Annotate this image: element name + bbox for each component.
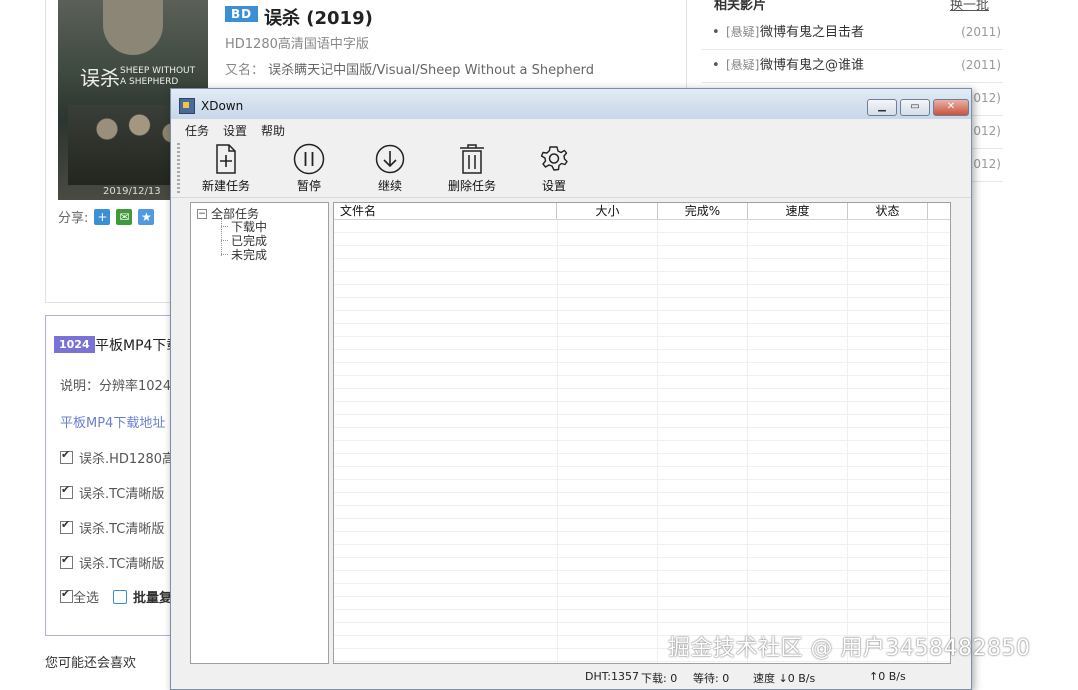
download-item-name[interactable]: 误杀.HD1280高: [79, 448, 172, 467]
toolbar-grip[interactable]: [177, 143, 180, 193]
new-task-button[interactable]: 新建任务: [199, 143, 253, 195]
minimize-button[interactable]: ▁: [867, 99, 897, 116]
dht-count: DHT:1357: [585, 670, 639, 683]
collapse-icon[interactable]: −: [197, 208, 207, 219]
download-item[interactable]: 误杀.TC清晰版: [60, 483, 164, 502]
new-file-icon: [216, 144, 236, 174]
related-tag: [悬疑]: [726, 25, 760, 39]
title-bar[interactable]: XDown ▁ ▭ ✕: [171, 89, 971, 119]
column-status[interactable]: 状态: [848, 203, 928, 219]
pause-button[interactable]: 暂停: [289, 143, 329, 195]
resume-label: 继续: [377, 179, 402, 193]
pause-icon: [293, 143, 325, 175]
window-title: XDown: [201, 99, 244, 113]
watermark: 掘金技术社区 @ 用户3458482850: [668, 636, 1031, 661]
alias-label: 又名：: [225, 63, 265, 78]
poster-english-title: SHEEP WITHOUT A SHEPHERD: [120, 66, 196, 87]
download-item-checkbox[interactable]: [60, 553, 73, 569]
column-filename[interactable]: 文件名: [334, 203, 557, 219]
download-box-title: 平板MP4下载: [95, 338, 172, 354]
delete-task-label: 删除任务: [447, 179, 496, 193]
qzone-share-icon[interactable]: ★: [138, 208, 155, 225]
bullet-icon: •: [712, 25, 720, 40]
upload-speed: ↑0 B/s: [869, 670, 906, 683]
column-size[interactable]: 大小: [558, 203, 658, 219]
download-item[interactable]: 误杀.HD1280高: [60, 448, 172, 467]
select-all-row[interactable]: 全选 批量复: [60, 587, 172, 606]
delete-task-button[interactable]: 删除任务: [445, 143, 499, 195]
resume-button[interactable]: 继续: [370, 143, 410, 195]
menu-task[interactable]: 任务: [185, 122, 209, 139]
poster-title: 误杀: [80, 66, 120, 90]
maybe-like-heading: 您可能还会喜欢: [45, 656, 137, 671]
xdown-app-icon: [179, 98, 195, 114]
resolution-badge: 1024: [54, 336, 95, 353]
download-speed: 速度 ↓0 B/s: [753, 672, 816, 685]
download-description: 说明：分辨率1024: [60, 379, 172, 394]
pause-label: 暂停: [296, 179, 321, 193]
download-item-checkbox[interactable]: [60, 483, 73, 499]
poster-face: [103, 0, 163, 55]
batch-label[interactable]: 批量复: [133, 587, 172, 606]
xdown-window: XDown ▁ ▭ ✕ 任务 设置 帮助 新建任务 暂停 继续 删除任务 设置 …: [170, 88, 972, 690]
new-task-label: 新建任务: [201, 179, 250, 193]
select-all-label[interactable]: 全选: [73, 587, 99, 606]
menu-help[interactable]: 帮助: [261, 122, 285, 139]
poster-date: 2019/12/13: [103, 186, 161, 197]
download-item-name[interactable]: 误杀.TC清晰版: [79, 553, 164, 572]
tablet-download-box: 1024 平板MP4下载 说明：分辨率1024 平板MP4下载地址 误杀.HD1…: [45, 315, 172, 636]
related-heading: 相关影片: [714, 0, 767, 13]
task-list-header: 文件名 大小 完成% 速度 状态: [334, 203, 950, 220]
related-item[interactable]: • [悬疑] 微博有鬼之@谁谁 (2011): [702, 49, 1003, 83]
task-tree: − 全部任务 下载中 已完成 未完成: [190, 202, 329, 664]
toolbar: 新建任务 暂停 继续 删除任务 设置: [171, 139, 971, 198]
download-item-name[interactable]: 误杀.TC清晰版: [79, 518, 164, 537]
download-item[interactable]: 误杀.TC清晰版: [60, 553, 164, 572]
bullet-icon: •: [712, 58, 720, 73]
task-list[interactable]: 文件名 大小 完成% 速度 状态: [333, 202, 951, 664]
download-item-name[interactable]: 误杀.TC清晰版: [79, 483, 164, 502]
download-arrow-icon: [375, 144, 405, 174]
bd-badge: BD: [225, 6, 259, 22]
related-item[interactable]: • [悬疑] 微博有鬼之目击者 (2011): [702, 16, 1003, 50]
waiting-count: 等待: 0: [693, 672, 730, 685]
download-address-link[interactable]: 平板MP4下载地址: [60, 412, 165, 431]
settings-label: 设置: [541, 179, 566, 193]
settings-button[interactable]: 设置: [535, 143, 573, 195]
download-item-checkbox[interactable]: [60, 448, 73, 464]
download-item[interactable]: 误杀.TC清晰版: [60, 518, 164, 537]
refresh-related-link[interactable]: 换一批: [950, 0, 989, 13]
movie-title: 误杀 (2019): [264, 8, 373, 29]
movie-alias: 又名： 误杀瞒天记中国版/Visual/Sheep Without a Shep…: [225, 59, 594, 78]
menu-bar: 任务 设置 帮助: [171, 119, 971, 139]
related-name[interactable]: 微博有鬼之目击者: [760, 16, 864, 49]
alias-value: 误杀瞒天记中国版/Visual/Sheep Without a Shepherd: [268, 63, 594, 78]
related-name[interactable]: 微博有鬼之@谁谁: [760, 49, 864, 82]
maximize-button[interactable]: ▭: [900, 99, 930, 116]
movie-subtitle: HD1280高清国语中字版: [225, 37, 369, 52]
gear-icon: [540, 146, 568, 171]
batch-checkbox[interactable]: [113, 589, 128, 604]
download-item-checkbox[interactable]: [60, 518, 73, 534]
related-year: (2011): [961, 25, 1001, 39]
wechat-share-icon[interactable]: ✉: [116, 208, 133, 225]
column-speed[interactable]: 速度: [748, 203, 848, 219]
share-label: 分享:: [58, 211, 89, 226]
status-bar: DHT:1357 下载: 0 等待: 0 速度 ↓0 B/s ↑0 B/s: [171, 667, 971, 689]
trash-icon: [460, 144, 484, 174]
column-progress[interactable]: 完成%: [658, 203, 748, 219]
plus-share-icon[interactable]: +: [94, 208, 111, 225]
select-all-checkbox[interactable]: [60, 587, 73, 603]
share-bar: 分享: + ✉ ★: [58, 207, 155, 226]
tree-item-unfinished[interactable]: 未完成: [221, 246, 267, 263]
related-tag: [悬疑]: [726, 58, 760, 72]
close-button[interactable]: ✕: [933, 99, 969, 116]
tree-item-label[interactable]: 未完成: [231, 246, 267, 263]
related-year: (2011): [961, 58, 1001, 72]
task-list-body[interactable]: [334, 220, 950, 663]
menu-settings[interactable]: 设置: [223, 122, 247, 139]
downloading-count: 下载: 0: [641, 672, 678, 685]
